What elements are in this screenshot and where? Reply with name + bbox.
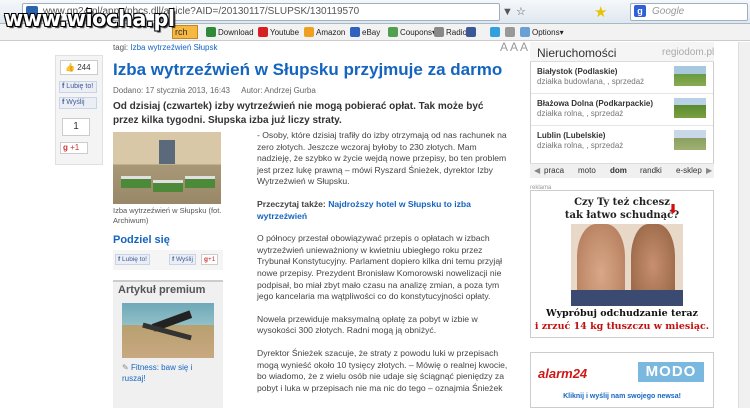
like-count: 👍 244 <box>60 60 98 75</box>
twitter-icon[interactable] <box>490 27 502 37</box>
coupons-icon <box>388 27 398 37</box>
article-tags: tagi: Izba wytrzeźwień Słupsk <box>113 43 218 52</box>
modo-logo[interactable]: MODO <box>638 362 704 382</box>
facebook-icon: f <box>62 83 65 90</box>
tabs-prev-icon[interactable]: ◀ <box>534 166 540 175</box>
article-lead: Od dzisiaj (czwartek) izby wytrzeźwień n… <box>113 101 484 126</box>
ad-text-1: Wypróbuj odchudzanie teraz <box>546 308 698 319</box>
body-paragraph: O północy przestał obowiązywać przepis o… <box>257 233 503 302</box>
google-search-field[interactable] <box>630 3 748 21</box>
pen-icon: ✎ <box>122 363 131 372</box>
toolbar-youtube[interactable]: Youtube <box>258 27 299 37</box>
toolbar-coupons[interactable]: Coupons▾ <box>388 27 436 37</box>
tab-esklep[interactable]: e-sklep <box>676 166 702 175</box>
toolbar-search-button[interactable]: rch <box>172 25 198 39</box>
facebook-icon[interactable] <box>466 27 478 37</box>
ebay-icon <box>350 27 360 37</box>
realestate-item[interactable]: Lublin (Lubelskie) działka rolna, , sprze… <box>537 131 672 151</box>
bookmark-star-icon[interactable]: ★ <box>594 3 607 21</box>
fb-send-button[interactable]: f Wyślij <box>59 97 97 109</box>
fb-like-button[interactable]: f Lubię to! <box>59 81 97 93</box>
realestate-thumb[interactable] <box>674 98 706 118</box>
search-placeholder: Google <box>652 6 685 17</box>
alarm24-link[interactable]: Kliknij i wyślij nam swojego newsa! <box>530 393 714 400</box>
divider <box>531 93 713 94</box>
google-icon: g <box>634 5 646 17</box>
tab-randki[interactable]: randki <box>640 166 662 175</box>
font-size-controls[interactable]: A A A <box>500 40 528 54</box>
gplus-button[interactable]: g +1 <box>60 142 88 154</box>
premium-photo[interactable] <box>122 303 214 358</box>
toolbar-download[interactable]: Download <box>206 27 254 37</box>
body-paragraph: - Osoby, które dzisiaj trafiły do izby o… <box>257 130 507 187</box>
alarm24-logo[interactable]: alarm24 <box>538 366 587 381</box>
related-article: Przeczytaj także: Najdroższy hotel w Słu… <box>257 198 471 221</box>
facebook-icon: f <box>62 99 65 106</box>
realestate-tabs: ◀ praca moto dom randki e-sklep ▶ <box>530 163 714 178</box>
article-meta: Dodano: 17 stycznia 2013, 16:43 Autor: A… <box>113 86 316 95</box>
thumbs-up-icon: 👍 <box>65 63 75 72</box>
realestate-heading: Nieruchomości <box>537 46 617 60</box>
share-send-button[interactable]: f Wyślij <box>169 254 196 265</box>
toolbar-options[interactable]: Options▾ <box>520 27 564 37</box>
arrow-down-icon: ⬇ <box>668 202 679 216</box>
photo-caption: Izba wytrzeźwień w Słupsku (fot. Archiwu… <box>113 206 222 225</box>
radio-icon <box>434 27 444 37</box>
email-icon[interactable] <box>505 27 517 37</box>
body-paragraph: Dyrektor Śnieżek szacuje, że straty z po… <box>257 347 508 393</box>
divider <box>531 125 713 126</box>
tab-moto[interactable]: moto <box>578 166 596 175</box>
article-body: - Osoby, które dzisiaj trafiły do izby o… <box>257 130 509 405</box>
article-photo[interactable] <box>113 132 221 204</box>
share-bar: f Lubię to! f Wyślij g+1 <box>113 250 223 270</box>
premium-heading: Artykuł premium <box>118 284 206 296</box>
share-fb-like-button[interactable]: f Lubię to! <box>115 254 150 265</box>
toolbar-amazon[interactable]: Amazon <box>304 27 345 37</box>
url-dropdown-icon[interactable]: ▼ ☆ <box>502 5 526 18</box>
tabs-next-icon[interactable]: ▶ <box>706 166 712 175</box>
article-title: Izba wytrzeźwień w Słupsku przyjmuje za … <box>113 60 503 79</box>
regiodom-logo[interactable]: regiodom.pl <box>662 47 714 58</box>
realestate-item[interactable]: Białystok (Podlaskie) działka budowlana, … <box>537 67 672 87</box>
scrollbar[interactable] <box>738 42 750 408</box>
share-heading: Podziel się <box>113 234 170 246</box>
tab-dom[interactable]: dom <box>610 166 627 175</box>
ad-text-2: i zrzuć 14 kg tłuszczu w miesiąc. <box>534 321 710 332</box>
watermark: www.wiocha.pl <box>4 7 175 32</box>
realestate-thumb[interactable] <box>674 130 706 150</box>
amazon-icon <box>304 27 314 37</box>
toolbar-radio[interactable]: Radio <box>434 27 467 37</box>
plusone-count: 1 <box>62 118 90 136</box>
youtube-icon <box>258 27 268 37</box>
body-paragraph: Nowela przewiduje maksymalną opłatę za p… <box>257 313 478 336</box>
tag-link[interactable]: Izba wytrzeźwień Słupsk <box>130 43 217 52</box>
premium-link[interactable]: ✎ Fitness: baw się i ruszaj! <box>122 362 217 384</box>
realestate-thumb[interactable] <box>674 66 706 86</box>
options-icon <box>520 27 530 37</box>
ad-photo[interactable] <box>571 224 683 306</box>
ad-headline: Czy Ty też chcesz tak łatwo schudnąć? <box>564 197 680 221</box>
download-icon <box>206 27 216 37</box>
tab-praca[interactable]: praca <box>544 166 564 175</box>
share-gplus-button[interactable]: g+1 <box>201 254 219 265</box>
toolbar-ebay[interactable]: eBay <box>350 27 380 37</box>
realestate-item[interactable]: Błażowa Dolna (Podkarpackie) działka roln… <box>537 99 672 119</box>
